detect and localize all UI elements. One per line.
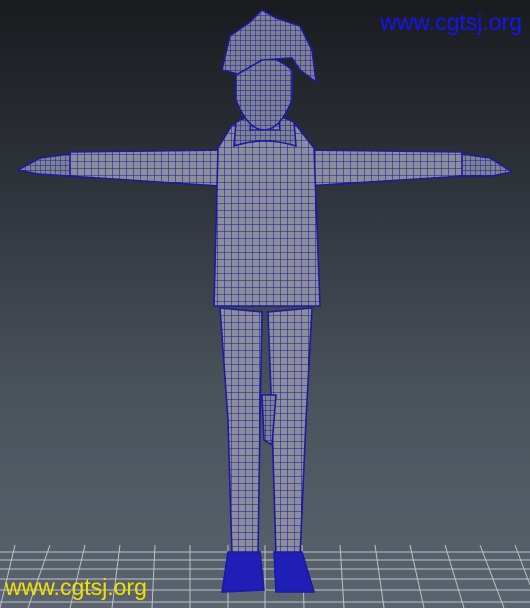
right-leg: [267, 307, 313, 557]
bottom-watermark: www.cgtsj.org: [5, 574, 147, 600]
right-hand: [461, 153, 515, 177]
3d-viewport[interactable]: www.cgtsj.org www.cgtsj.org: [0, 0, 530, 608]
viewport-scene[interactable]: [0, 0, 530, 608]
top-watermark: www.cgtsj.org: [380, 9, 522, 35]
left-shoe: [221, 551, 265, 593]
left-arm: [67, 149, 227, 187]
right-arm: [299, 149, 465, 187]
torso: [213, 124, 321, 307]
left-hand: [15, 153, 71, 177]
character-mesh[interactable]: [15, 9, 515, 593]
left-leg: [219, 307, 263, 557]
right-shoe: [273, 551, 316, 593]
